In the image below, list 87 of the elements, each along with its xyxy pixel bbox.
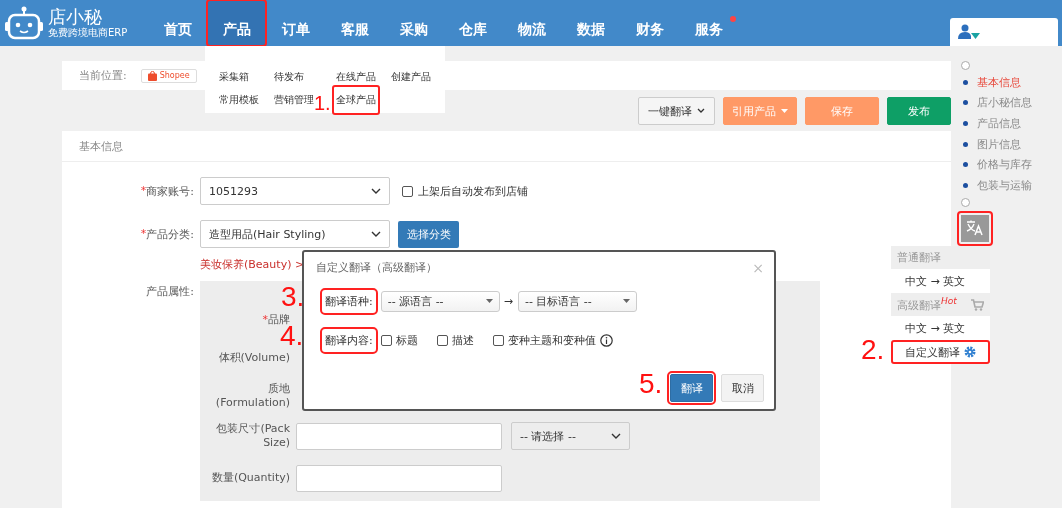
dialog-button[interactable]: 翻译 (670, 374, 713, 402)
menu-item[interactable]: 中文 → 英文 (891, 316, 990, 340)
anchor-link[interactable]: 产品信息 (961, 113, 1058, 134)
text-input[interactable] (296, 464, 502, 492)
menu-item[interactable]: 全球产品 (332, 84, 380, 115)
checkbox-label: 描述 (451, 332, 474, 348)
step-number: 1. (314, 91, 331, 116)
attribute-label: 数量(Quantity) (211, 471, 290, 485)
step-number: 3. (281, 281, 305, 313)
source-language-select[interactable]: -- 源语言 -- (380, 290, 500, 312)
attribute-label: 体积(Volume) (218, 351, 290, 365)
nav-tab[interactable]: 客服 (325, 0, 384, 46)
menu-item[interactable]: 营销管理 (274, 93, 314, 106)
dropdown-triangle-icon (622, 299, 630, 303)
nav-tab[interactable]: 采购 (384, 0, 443, 46)
nav-tab[interactable]: 仓库 (443, 0, 502, 46)
dialog-button[interactable]: 取消 (721, 374, 764, 402)
menu-item[interactable]: 中文 → 英文 (891, 269, 990, 293)
robot-logo-icon (4, 6, 44, 40)
chevron-down-icon (611, 433, 621, 439)
platform-name: Shopee (159, 71, 190, 80)
checkbox[interactable] (492, 334, 504, 346)
field-label: 产品分类: (146, 226, 194, 242)
target-language-select[interactable]: -- 目标语言 -- (517, 290, 637, 312)
select-category-button[interactable]: 选择分类 (398, 220, 459, 248)
menu-item[interactable]: 待发布 (274, 70, 304, 83)
arrow-text: → (503, 294, 513, 308)
menu-item[interactable]: 常用模板 (219, 93, 259, 106)
field-label: 商家账号: (146, 183, 194, 199)
field-label: 翻译内容: (322, 328, 376, 352)
nav-tab[interactable]: 订单 (266, 0, 325, 46)
timeline-circle-icon (961, 197, 970, 207)
nav-tab[interactable]: 财务 (620, 0, 679, 46)
timeline-circle-icon (961, 61, 970, 70)
required-mark: * (140, 226, 147, 242)
logo-tagline: 免费跨境电商ERP (48, 27, 128, 39)
breadcrumb-label: 当前位置: (79, 68, 127, 83)
checkbox-label: 变种主题和变种值 (507, 332, 596, 348)
translate-button[interactable] (957, 210, 993, 246)
menu-item[interactable]: 在线产品 (336, 70, 376, 83)
account-select[interactable]: 1051293 (200, 177, 390, 205)
category-select[interactable]: 造型用品(Hair Styling) (200, 220, 390, 248)
chevron-down-icon (371, 231, 381, 237)
required-mark: * (140, 183, 147, 199)
menu-item[interactable]: 采集箱 (219, 70, 249, 83)
anchor-link[interactable]: 基本信息 (961, 72, 1058, 93)
toolbar-button[interactable]: 一键翻译 (638, 97, 715, 125)
chevron-down-icon (371, 188, 381, 194)
user-icon (958, 24, 980, 40)
caret-icon (697, 108, 705, 114)
nav-tab[interactable]: 首页 (148, 0, 207, 46)
menu-item[interactable]: 自定义翻译 (891, 340, 990, 364)
attribute-label: 包装尺寸(Pack Size) (215, 422, 290, 450)
dropdown-triangle-icon (485, 299, 493, 303)
anchor-link[interactable]: 店小秘信息 (961, 92, 1058, 114)
nav-tab[interactable]: 产品 (207, 0, 266, 46)
translate-icon (966, 220, 984, 237)
nav-tab[interactable]: 数据 (561, 0, 620, 46)
anchor-link[interactable]: 图片信息 (961, 133, 1058, 155)
nav-tab[interactable]: 物流 (502, 0, 561, 46)
step-number: 2. (861, 334, 885, 366)
toolbar-button[interactable]: 发布 (887, 97, 951, 125)
shopping-bag-icon (147, 70, 157, 81)
group-title: 高级翻译$^{Hot}$ (897, 296, 957, 313)
step-number: 5. (639, 368, 663, 400)
field-label: 翻译语种: (322, 289, 376, 313)
user-panel[interactable] (950, 18, 1058, 46)
group-title: 普通翻译 (897, 250, 941, 265)
field-label: 产品属性: (146, 284, 194, 299)
text-input[interactable] (296, 422, 502, 450)
checkbox[interactable] (402, 185, 413, 197)
settings-icon (964, 346, 976, 358)
nav-tab[interactable]: 服务 (679, 0, 738, 46)
anchor-link[interactable]: 价格与库存 (961, 154, 1058, 175)
section-title: 基本信息 (79, 138, 123, 154)
dialog-title: 自定义翻译（高级翻译） (316, 260, 437, 275)
checkbox-label: 上架后自动发布到店铺 (418, 183, 528, 199)
logo-name: 店小秘 (48, 7, 103, 27)
menu-item[interactable]: 创建产品 (391, 70, 431, 83)
cart-icon (971, 298, 984, 311)
checkbox[interactable] (380, 334, 392, 346)
anchor-link[interactable]: 包装与运输 (961, 174, 1058, 196)
attribute-label: 质地 (Formulation) (214, 382, 290, 410)
checkbox-label: 标题 (395, 332, 418, 348)
checkbox[interactable] (436, 334, 448, 346)
unit-select[interactable]: -- 请选择 -- (511, 422, 630, 450)
caret-icon (781, 109, 788, 113)
